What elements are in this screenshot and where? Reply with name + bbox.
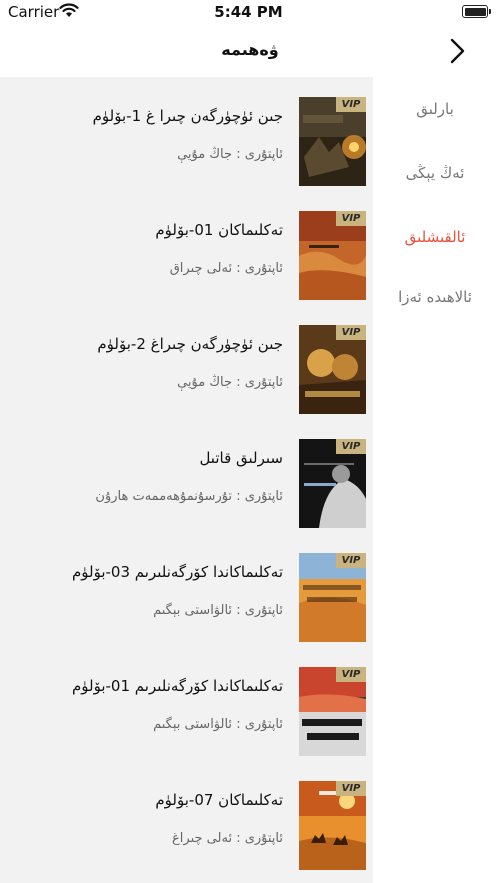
book-cover-image: VIP (299, 211, 366, 300)
book-title: تەكلىماكان 01-بۆلۈم (155, 221, 283, 239)
book-cover-image: VIP (299, 667, 366, 756)
sidebar-item-popular[interactable]: ئالقىشلىق (373, 217, 497, 257)
book-cover-image: VIP (299, 439, 366, 528)
book-title: سىرلىق قاتىل (199, 449, 283, 467)
battery-icon (462, 5, 491, 18)
sidebar-item-vip[interactable]: ئالاھىدە ئەزا (373, 277, 497, 317)
book-author: ئاپتۇرى : ئەلى چىراغ (172, 831, 283, 846)
book-item[interactable]: تەكلىماكاندا كۆرگەنلىرىم 03-بۆلۈم ئاپتۇر… (0, 533, 373, 647)
book-title: تەكلىماكان 07-بۆلۈم (155, 791, 283, 809)
book-author: ئاپتۇرى : ئەلى چىراق (169, 261, 283, 276)
book-cover-image: VIP (299, 97, 366, 186)
vip-badge: VIP (336, 667, 366, 682)
vip-badge: VIP (336, 439, 366, 454)
book-cover-image: VIP (299, 553, 366, 642)
book-item[interactable]: تەكلىماكان 01-بۆلۈم ئاپتۇرى : ئەلى چىراق… (0, 191, 373, 305)
navigation-bar: ۋەھىمە (0, 26, 497, 76)
clock: 5:44 PM (214, 3, 283, 21)
sidebar-item-newest[interactable]: ئەڭ يېڭى (373, 153, 497, 193)
book-list[interactable]: جىن ئۈچۈرگەن چىرا غ 1-بۆلۈم ئاپتۇرى : جا… (0, 77, 373, 883)
page-title: ۋەھىمە (221, 40, 279, 59)
book-author: ئاپتۇرى : جاڭ مۇيې (177, 147, 283, 162)
status-bar: Carrier 5:44 PM (0, 0, 497, 26)
book-item[interactable]: سىرلىق قاتىل ئاپتۇرى : تۇرسۇنمۇھەممەت ھا… (0, 419, 373, 533)
vip-badge: VIP (336, 97, 366, 112)
book-cover-image: VIP (299, 325, 366, 414)
book-title: جىن ئۈچۈرگەن چىرا غ 1-بۆلۈم (92, 107, 283, 125)
book-item[interactable]: جىن ئۈچۈرگەن چىراغ 2-بۆلۈم ئاپتۇرى : جاڭ… (0, 305, 373, 419)
category-sidebar: بارلىق ئەڭ يېڭى ئالقىشلىق ئالاھىدە ئەزا (373, 77, 497, 883)
book-title: جىن ئۈچۈرگەن چىراغ 2-بۆلۈم (97, 335, 283, 353)
book-author: ئاپتۇرى : تۇرسۇنمۇھەممەت ھارۇن (95, 489, 283, 504)
back-chevron-icon[interactable] (442, 36, 472, 66)
vip-badge: VIP (336, 553, 366, 568)
book-title: تەكلىماكاندا كۆرگەنلىرىم 01-بۆلۈم (71, 677, 283, 695)
book-author: ئاپتۇرى : جاڭ مۇيې (177, 375, 283, 390)
book-cover-image: VIP (299, 781, 366, 870)
book-item[interactable]: تەكلىماكان 07-بۆلۈم ئاپتۇرى : ئەلى چىراغ… (0, 761, 373, 875)
vip-badge: VIP (336, 325, 366, 340)
vip-badge: VIP (336, 781, 366, 796)
sidebar-item-all[interactable]: بارلىق (373, 89, 497, 129)
book-author: ئاپتۇرى : ئالۋاستى بېگىم (153, 717, 283, 732)
book-item[interactable]: تەكلىماكاندا كۆرگەنلىرىم 01-بۆلۈم ئاپتۇر… (0, 647, 373, 761)
book-title: تەكلىماكاندا كۆرگەنلىرىم 03-بۆلۈم (71, 563, 283, 581)
book-item[interactable]: جىن ئۈچۈرگەن چىرا غ 1-بۆلۈم ئاپتۇرى : جا… (0, 77, 373, 191)
vip-badge: VIP (336, 211, 366, 226)
book-author: ئاپتۇرى : ئالۋاستى بېگىم (153, 603, 283, 618)
